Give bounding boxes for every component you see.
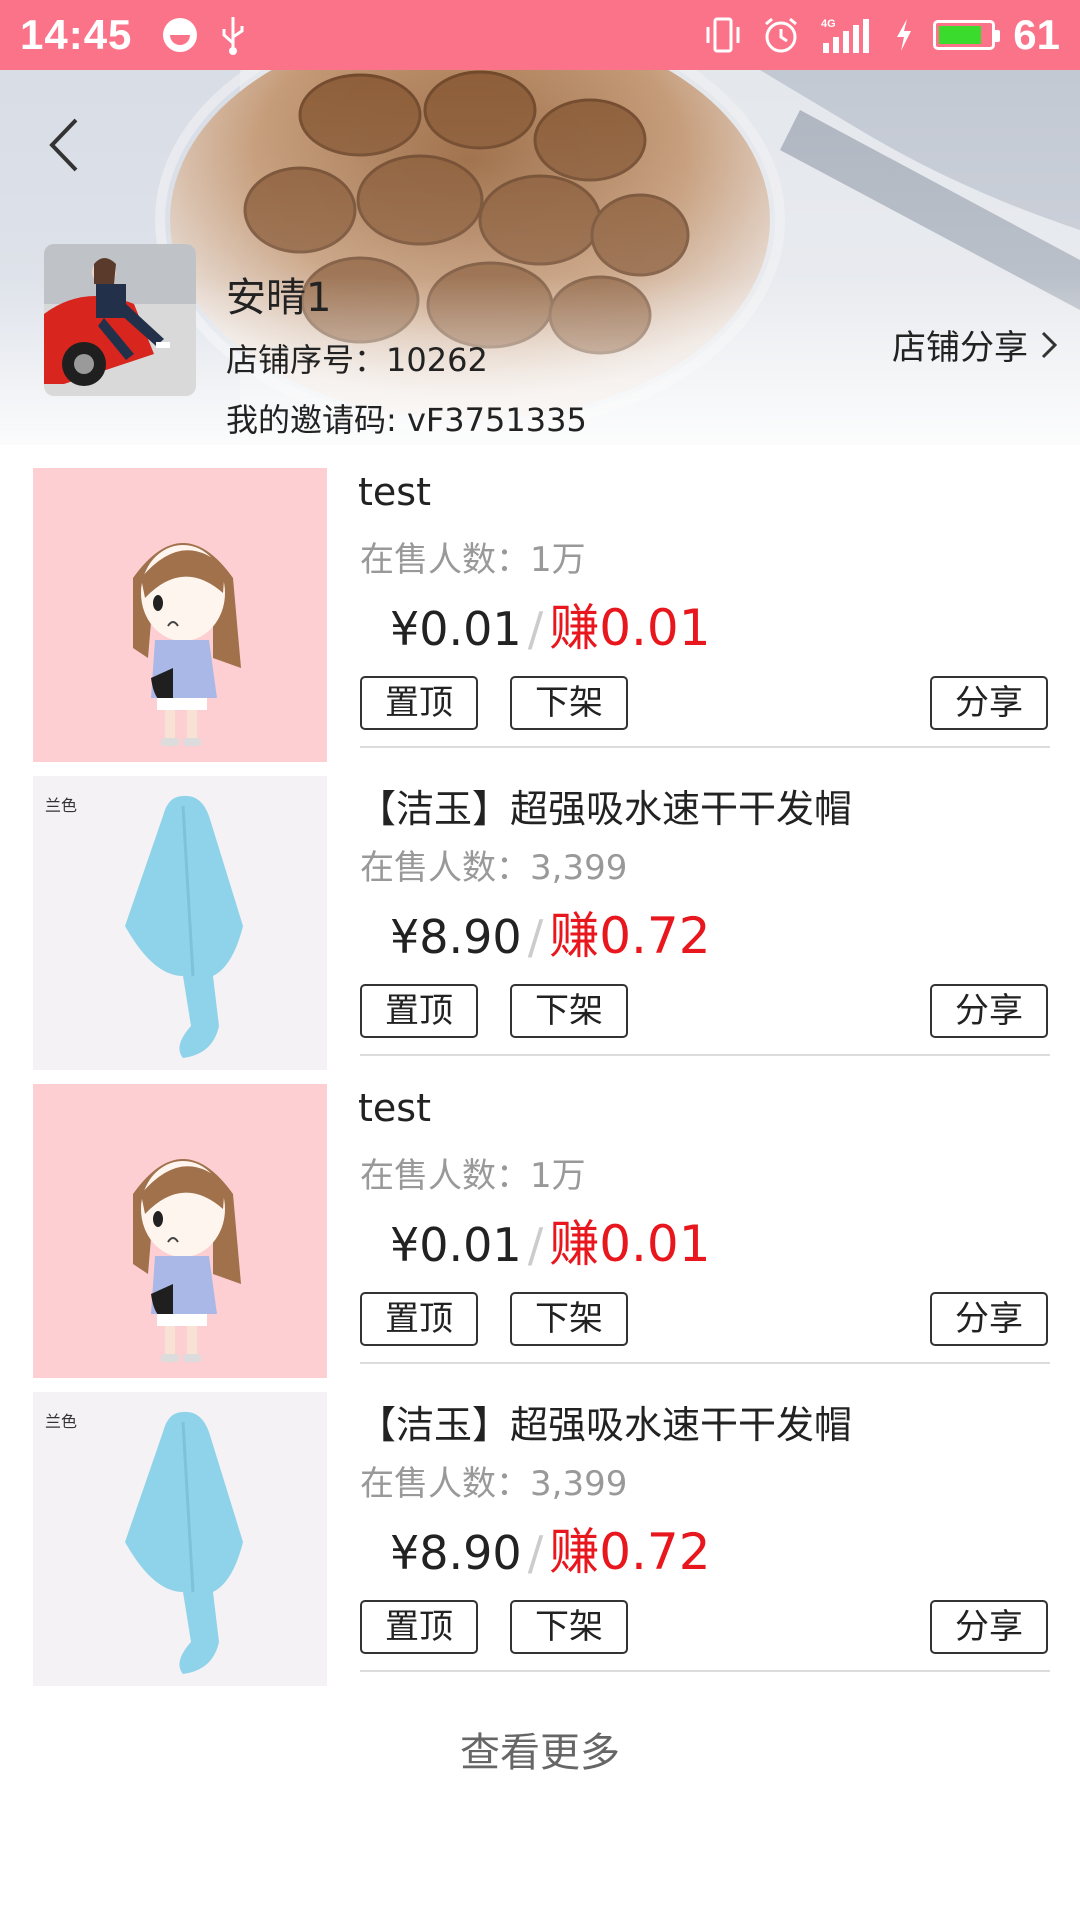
price-separator: / <box>527 1218 544 1272</box>
divider <box>360 1670 1050 1672</box>
alarm-icon <box>765 17 798 53</box>
view-more-link[interactable]: 查看更多 <box>0 1720 1080 1778</box>
product-title[interactable]: 【洁玉】超强吸水速干干发帽 <box>358 1394 852 1449</box>
price-separator: / <box>527 910 544 964</box>
shop-number: 店铺序号：10262 <box>226 341 488 379</box>
pin-button[interactable]: 置顶 <box>360 1292 478 1346</box>
product-sales: 在售人数：1万 <box>360 1156 586 1196</box>
back-icon[interactable] <box>40 110 90 180</box>
battery-icon <box>933 20 1001 50</box>
product-earn: 赚0.72 <box>549 1523 711 1581</box>
pin-button[interactable]: 置顶 <box>360 676 478 730</box>
product-title[interactable]: 【洁玉】超强吸水速干干发帽 <box>358 778 852 833</box>
charging-icon <box>897 19 912 51</box>
divider <box>360 746 1050 748</box>
color-tag: 兰色 <box>45 1412 78 1431</box>
share-button[interactable]: 分享 <box>930 1292 1048 1346</box>
product-item[interactable]: 兰色 【洁玉】超强吸水速干干发帽 在售人数：3,399 ¥8.90 / 赚0.7… <box>0 768 1080 1076</box>
share-button[interactable]: 分享 <box>930 676 1048 730</box>
price-separator: / <box>527 602 544 656</box>
divider <box>360 1362 1050 1364</box>
4g-signal-icon: 4G <box>821 18 870 53</box>
product-earn: 赚0.01 <box>549 599 711 657</box>
product-list: test 在售人数：1万 ¥0.01 / 赚0.01 置顶 下架 分享 兰色 【… <box>0 460 1080 1692</box>
invite-code: 我的邀请码: vF3751335 <box>226 401 587 439</box>
shop-share-label: 店铺分享 <box>892 328 1028 368</box>
product-item[interactable]: test 在售人数：1万 ¥0.01 / 赚0.01 置顶 下架 分享 <box>0 460 1080 768</box>
product-earn: 赚0.72 <box>549 907 711 965</box>
status-time: 14:45 <box>20 11 133 58</box>
unlist-button[interactable]: 下架 <box>510 676 628 730</box>
product-price: ¥8.90 <box>390 910 522 964</box>
price-row: ¥8.90 / 赚0.72 <box>390 896 711 968</box>
pin-button[interactable]: 置顶 <box>360 1600 478 1654</box>
chevron-right-icon <box>1041 331 1058 358</box>
shop-avatar <box>44 244 196 396</box>
status-bar: 14:45 4G 61 <box>0 0 1080 70</box>
product-sales: 在售人数：1万 <box>360 540 586 580</box>
product-price: ¥0.01 <box>390 602 522 656</box>
product-thumbnail: 兰色 <box>33 776 327 1070</box>
shop-header: 安晴1 店铺序号：10262 我的邀请码: vF3751335 店铺分享 <box>0 70 1080 445</box>
price-separator: / <box>527 1526 544 1580</box>
unlist-button[interactable]: 下架 <box>510 984 628 1038</box>
price-row: ¥8.90 / 赚0.72 <box>390 1512 711 1584</box>
product-price: ¥0.01 <box>390 1218 522 1272</box>
product-price: ¥8.90 <box>390 1526 522 1580</box>
price-row: ¥0.01 / 赚0.01 <box>390 1204 711 1276</box>
smiley-icon <box>163 18 198 52</box>
svg-text:4G: 4G <box>821 18 836 30</box>
product-title[interactable]: test <box>358 1086 431 1130</box>
product-thumbnail: 兰色 <box>33 1392 327 1686</box>
product-title[interactable]: test <box>358 470 431 514</box>
shop-name: 安晴1 <box>226 275 332 321</box>
product-sales: 在售人数：3,399 <box>360 848 628 888</box>
product-thumbnail <box>33 1084 327 1378</box>
unlist-button[interactable]: 下架 <box>510 1292 628 1346</box>
share-button[interactable]: 分享 <box>930 984 1048 1038</box>
vibrate-icon <box>706 17 740 53</box>
product-sales: 在售人数：3,399 <box>360 1464 628 1504</box>
battery-level: 61 <box>1013 11 1060 58</box>
share-button[interactable]: 分享 <box>930 1600 1048 1654</box>
usb-icon <box>222 17 244 55</box>
color-tag: 兰色 <box>45 796 78 815</box>
divider <box>360 1054 1050 1056</box>
product-earn: 赚0.01 <box>549 1215 711 1273</box>
unlist-button[interactable]: 下架 <box>510 1600 628 1654</box>
product-item[interactable]: 兰色 【洁玉】超强吸水速干干发帽 在售人数：3,399 ¥8.90 / 赚0.7… <box>0 1384 1080 1692</box>
pin-button[interactable]: 置顶 <box>360 984 478 1038</box>
shop-share-button[interactable]: 店铺分享 <box>892 320 1058 369</box>
product-item[interactable]: test 在售人数：1万 ¥0.01 / 赚0.01 置顶 下架 分享 <box>0 1076 1080 1384</box>
price-row: ¥0.01 / 赚0.01 <box>390 588 711 660</box>
product-thumbnail <box>33 468 327 762</box>
